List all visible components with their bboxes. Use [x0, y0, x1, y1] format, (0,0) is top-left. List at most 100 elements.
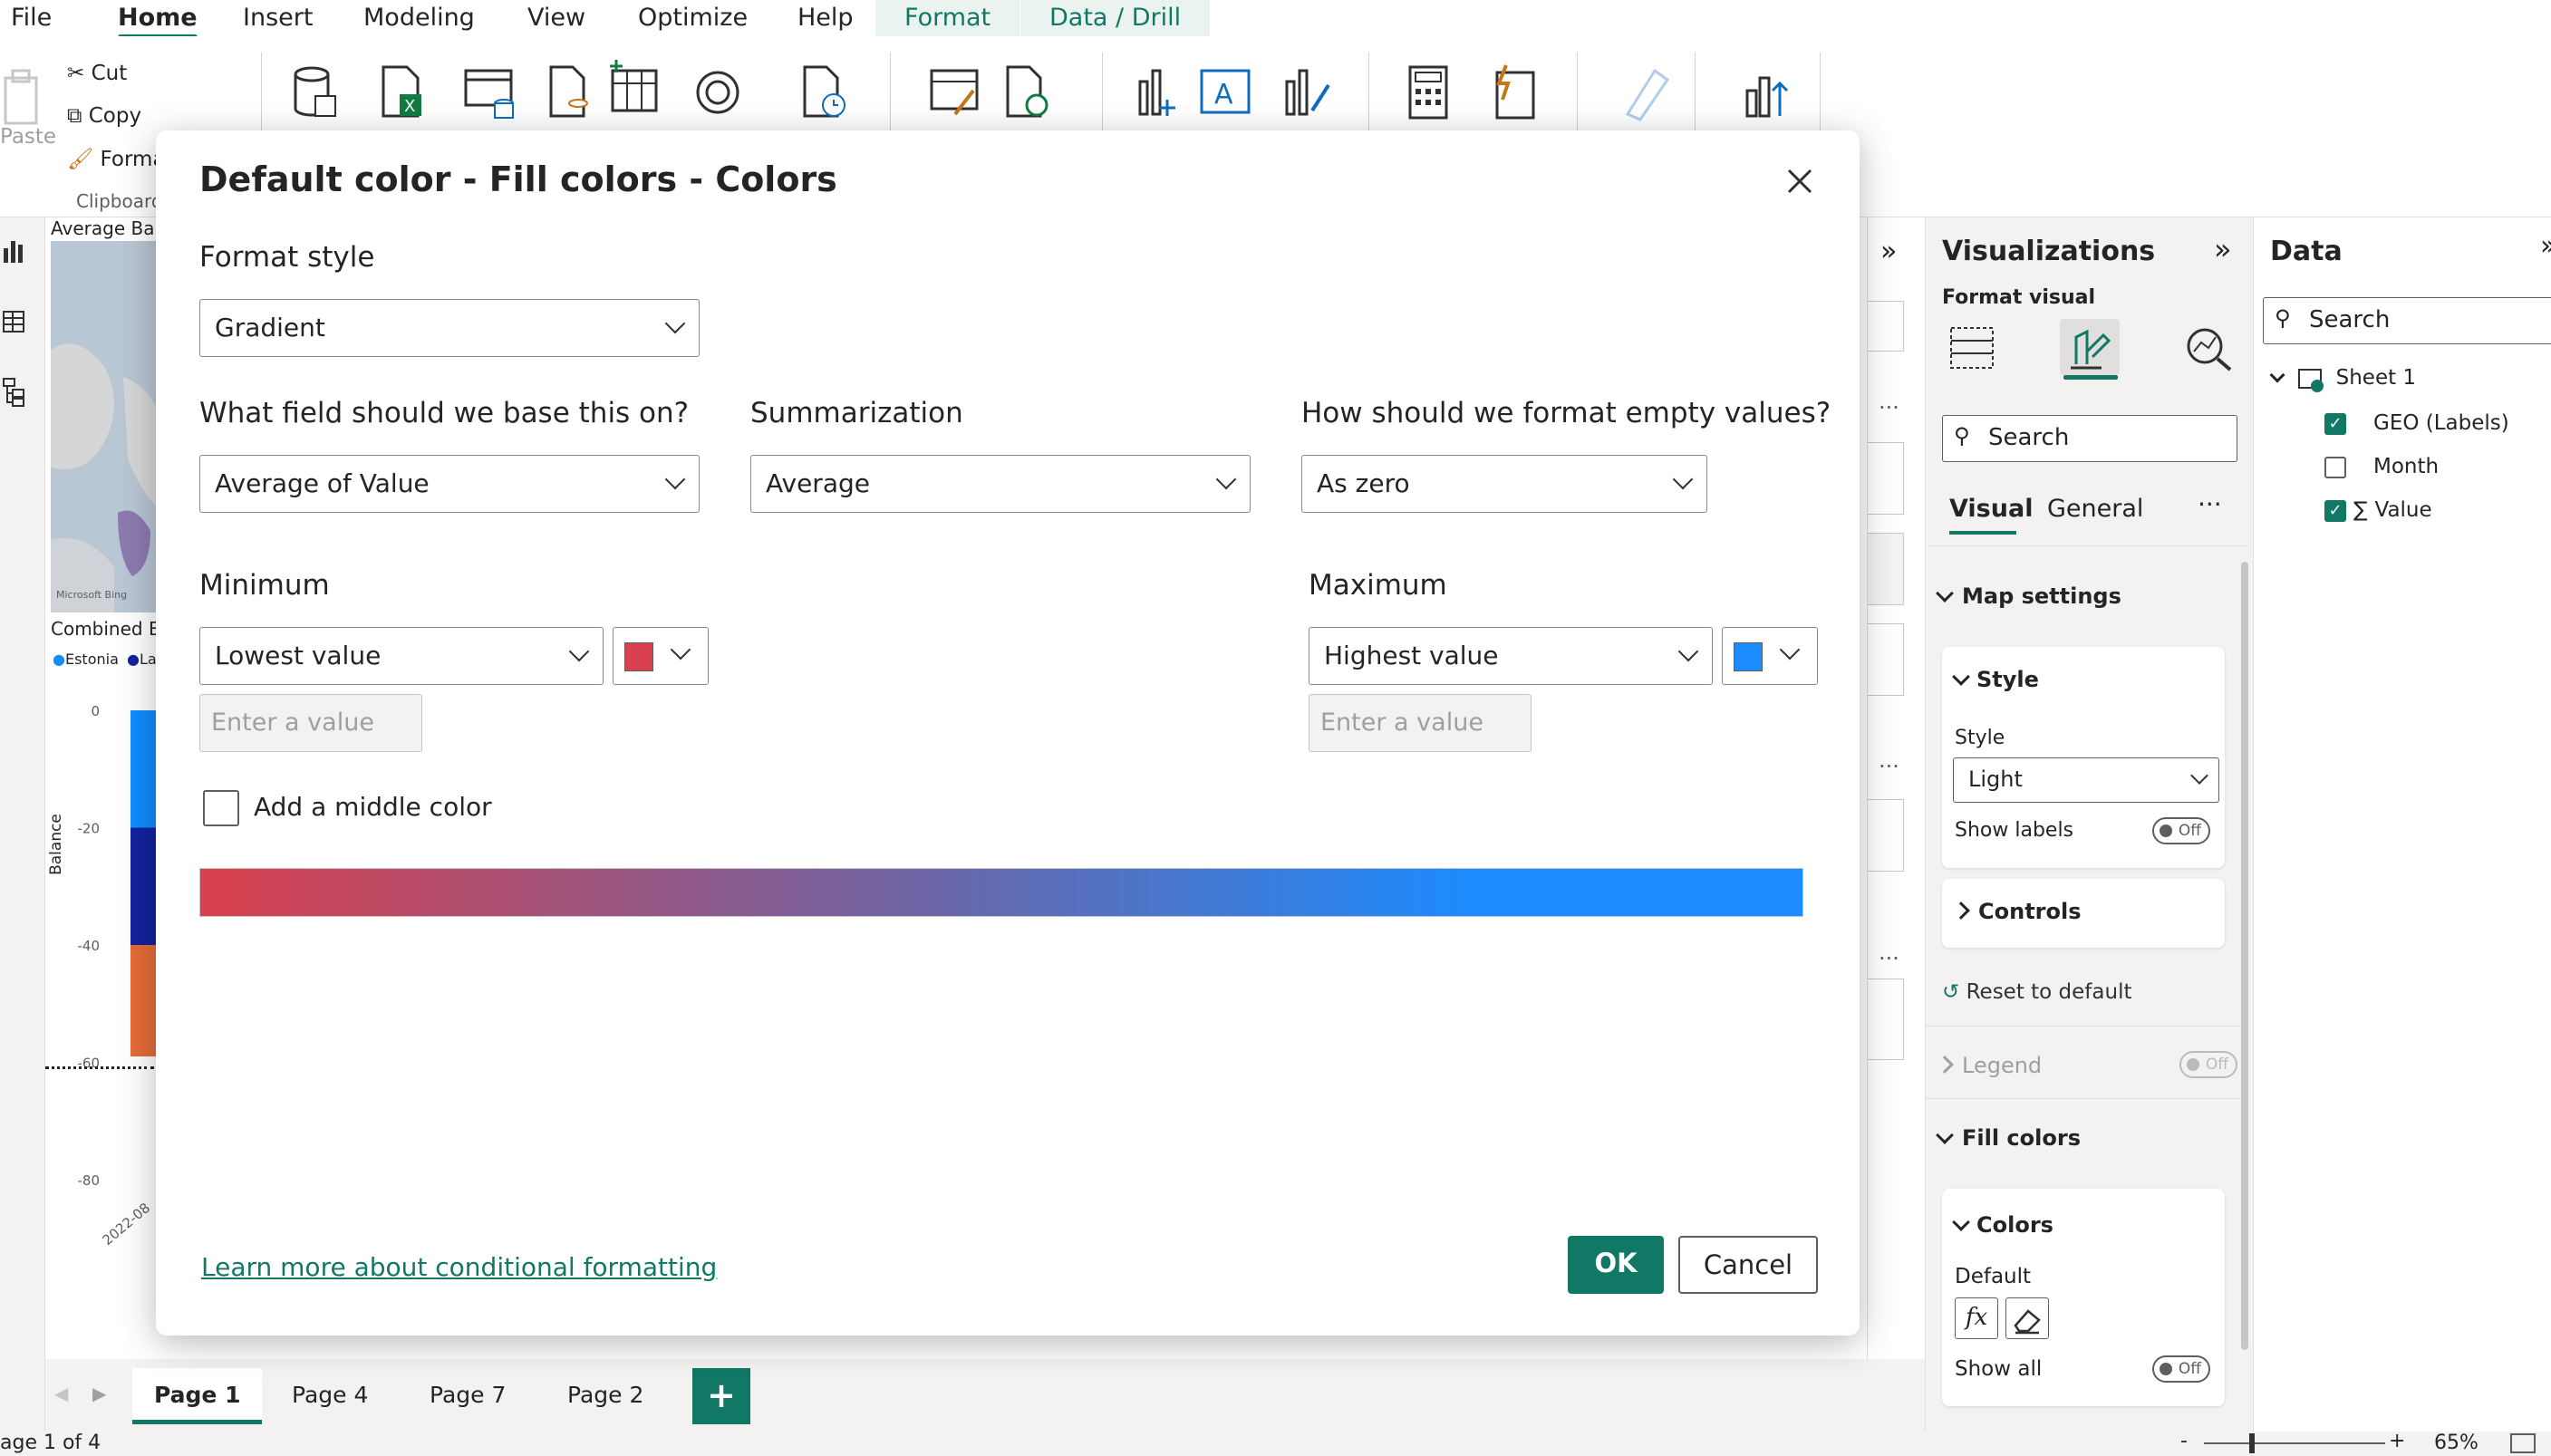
- dataset-icon[interactable]: [462, 63, 514, 121]
- filter-card[interactable]: [1868, 533, 1904, 605]
- filter-card[interactable]: [1868, 623, 1904, 696]
- summarization-dropdown[interactable]: Average: [750, 455, 1251, 513]
- minimum-value-input[interactable]: Enter a value: [199, 694, 422, 752]
- tab-visual[interactable]: Visual: [1949, 495, 2033, 523]
- field-geo[interactable]: ✓ GEO (Labels): [2324, 411, 2509, 435]
- map-visual[interactable]: Average Bal Microsoft Bing: [45, 217, 163, 616]
- table-sheet1[interactable]: Sheet 1: [2269, 366, 2416, 392]
- fit-to-page-icon[interactable]: [2510, 1433, 2536, 1453]
- filter-card[interactable]: [1868, 442, 1904, 515]
- enter-data-icon[interactable]: [607, 58, 658, 116]
- menu-data-drill[interactable]: Data / Drill: [1020, 0, 1211, 36]
- data-hub-icon[interactable]: [692, 63, 743, 121]
- more-options-icon[interactable]: ···: [1879, 395, 1899, 420]
- new-visual-icon[interactable]: [1127, 63, 1178, 121]
- viz-scrollbar[interactable]: [2241, 562, 2248, 1350]
- report-view-icon[interactable]: [2, 237, 25, 268]
- add-page-button[interactable]: +: [692, 1368, 750, 1424]
- maximum-dropdown[interactable]: Highest value: [1309, 627, 1713, 685]
- quick-measure-icon[interactable]: [1486, 63, 1537, 121]
- publish-icon[interactable]: [1740, 63, 1791, 121]
- new-measure-icon[interactable]: [1403, 63, 1454, 121]
- menu-home[interactable]: Home: [118, 0, 198, 40]
- learn-more-link[interactable]: Learn more about conditional formatting: [201, 1252, 717, 1282]
- filter-card[interactable]: [1868, 301, 1904, 352]
- empty-values-dropdown[interactable]: As zero: [1301, 455, 1707, 513]
- table-view-icon[interactable]: [2, 308, 25, 339]
- show-all-toggle[interactable]: Off: [2152, 1355, 2210, 1383]
- middle-color-checkbox[interactable]: [203, 790, 239, 826]
- data-search-input[interactable]: ⚲ Search: [2263, 297, 2551, 344]
- analytics-icon[interactable]: [2183, 324, 2234, 375]
- style-dropdown[interactable]: Light: [1953, 757, 2219, 803]
- controls-card[interactable]: Controls: [1942, 879, 2225, 948]
- format-painter-button[interactable]: 🖌 Forma: [67, 147, 166, 171]
- legend-header[interactable]: Legend: [1936, 1053, 2042, 1078]
- minimum-dropdown[interactable]: Lowest value: [199, 627, 604, 685]
- checkbox-unchecked[interactable]: [2324, 456, 2346, 478]
- legend-toggle[interactable]: Off: [2179, 1051, 2237, 1078]
- refresh-icon[interactable]: [1000, 63, 1051, 121]
- fill-colors-header[interactable]: Fill colors: [1936, 1125, 2081, 1151]
- tab-general[interactable]: General: [2047, 495, 2143, 523]
- cut-button[interactable]: ✂ Cut: [67, 62, 127, 85]
- map-settings-header[interactable]: Map settings: [1936, 583, 2121, 609]
- filter-card[interactable]: [1868, 799, 1904, 872]
- menu-format[interactable]: Format: [875, 0, 1020, 36]
- cancel-button[interactable]: Cancel: [1678, 1236, 1818, 1294]
- zoom-slider-thumb[interactable]: [2249, 1433, 2255, 1453]
- combined-chart-visual[interactable]: Combined B ●Estonia ●Lat Balance 0 -20 -40…: [45, 618, 172, 1288]
- tab-page-2[interactable]: Page 2: [546, 1368, 665, 1424]
- menu-insert[interactable]: Insert: [243, 0, 313, 36]
- minimum-color-picker[interactable]: [613, 627, 709, 685]
- ok-button[interactable]: OK: [1568, 1236, 1664, 1294]
- get-data-icon[interactable]: [290, 63, 341, 121]
- close-icon[interactable]: [1783, 165, 1816, 198]
- filter-card[interactable]: [1868, 979, 1904, 1060]
- reset-to-default-button[interactable]: ↺ Reset to default: [1942, 980, 2131, 1004]
- maximum-color-picker[interactable]: [1722, 627, 1818, 685]
- zoom-out-button[interactable]: -: [2180, 1430, 2188, 1452]
- tab-page-7[interactable]: Page 7: [408, 1368, 527, 1424]
- menu-modeling[interactable]: Modeling: [363, 0, 475, 36]
- next-page-icon[interactable]: ▶: [92, 1383, 106, 1404]
- more-options-icon[interactable]: ···: [2198, 489, 2222, 519]
- show-labels-toggle[interactable]: Off: [2152, 817, 2210, 844]
- zoom-in-button[interactable]: +: [2389, 1430, 2405, 1452]
- zoom-slider[interactable]: [2204, 1442, 2385, 1444]
- menu-optimize[interactable]: Optimize: [638, 0, 748, 36]
- transform-data-icon[interactable]: [928, 63, 979, 121]
- collapse-data-icon[interactable]: »: [2540, 230, 2551, 262]
- checkbox-checked[interactable]: ✓: [2324, 499, 2346, 522]
- text-box-icon[interactable]: A: [1198, 63, 1251, 121]
- eraser-button[interactable]: [2005, 1297, 2049, 1339]
- colors-section-header[interactable]: Colors: [1952, 1212, 2053, 1238]
- tab-page-4[interactable]: Page 4: [270, 1368, 390, 1424]
- maximum-value-input[interactable]: Enter a value: [1309, 694, 1532, 752]
- model-view-icon[interactable]: [2, 377, 25, 411]
- checkbox-checked[interactable]: ✓: [2324, 412, 2346, 435]
- expand-filters-icon[interactable]: »: [1880, 236, 1897, 267]
- menu-file[interactable]: File: [11, 0, 52, 36]
- sensitivity-icon[interactable]: [1619, 63, 1670, 121]
- format-visual-icon[interactable]: [2060, 319, 2120, 375]
- excel-icon[interactable]: X: [376, 63, 427, 121]
- fx-button[interactable]: fx: [1955, 1297, 1998, 1339]
- recent-sources-icon[interactable]: [797, 63, 848, 121]
- field-month[interactable]: Month: [2324, 455, 2439, 478]
- more-options-icon[interactable]: ···: [1879, 946, 1899, 971]
- style-section-header[interactable]: Style: [1952, 667, 2039, 692]
- field-value[interactable]: ✓ ∑ Value: [2324, 498, 2432, 522]
- more-visuals-icon[interactable]: [1280, 63, 1330, 121]
- viz-search-input[interactable]: ⚲ Search: [1942, 415, 2237, 462]
- build-visual-icon[interactable]: [1947, 324, 1998, 375]
- tab-page-1[interactable]: Page 1: [132, 1368, 263, 1424]
- collapse-viz-icon[interactable]: »: [2214, 232, 2232, 266]
- prev-page-icon[interactable]: ◀: [54, 1383, 68, 1404]
- more-options-icon[interactable]: ···: [1879, 754, 1899, 779]
- format-style-dropdown[interactable]: Gradient: [199, 299, 700, 357]
- copy-button[interactable]: ⧉ Copy: [67, 104, 141, 128]
- field-dropdown[interactable]: Average of Value: [199, 455, 700, 513]
- dataverse-icon[interactable]: [544, 63, 594, 121]
- menu-view[interactable]: View: [527, 0, 585, 36]
